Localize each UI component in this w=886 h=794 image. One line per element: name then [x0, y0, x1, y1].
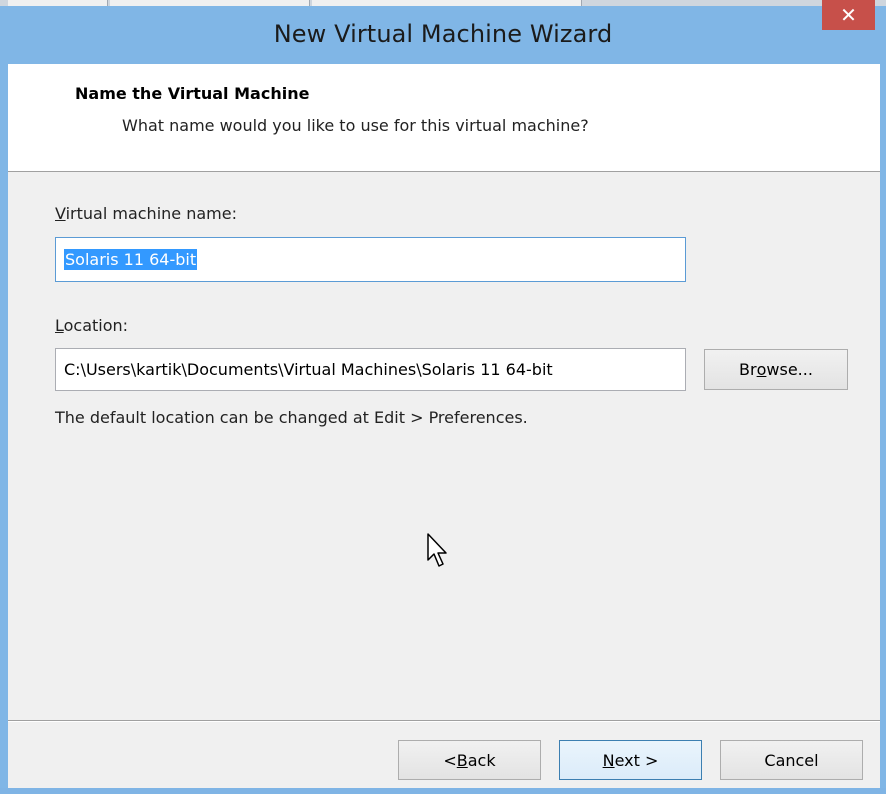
page-subtitle: What name would you like to use for this…	[122, 116, 589, 135]
cancel-button[interactable]: Cancel	[720, 740, 863, 780]
location-label: Location:	[55, 316, 129, 335]
close-button[interactable]: ✕	[822, 0, 875, 30]
vm-name-label: Virtual machine name:	[55, 204, 237, 223]
wizard-header: Name the Virtual Machine What name would…	[8, 64, 880, 172]
location-input[interactable]: C:\Users\kartik\Documents\Virtual Machin…	[55, 348, 686, 391]
mouse-pointer-icon	[427, 533, 447, 567]
back-button[interactable]: < Back	[398, 740, 541, 780]
vm-name-value: Solaris 11 64-bit	[64, 249, 198, 270]
location-value: C:\Users\kartik\Documents\Virtual Machin…	[64, 360, 553, 379]
page-title: Name the Virtual Machine	[75, 84, 310, 103]
next-button[interactable]: Next >	[559, 740, 702, 780]
browse-button[interactable]: Br o wse...	[704, 349, 848, 390]
close-icon: ✕	[840, 3, 857, 27]
window-frame-bottom	[0, 788, 886, 794]
wizard-body: Name the Virtual Machine What name would…	[8, 64, 880, 788]
footer-separator	[8, 720, 880, 722]
title-bar[interactable]: New Virtual Machine Wizard	[0, 6, 886, 64]
location-hint: The default location can be changed at E…	[55, 408, 528, 427]
window-title: New Virtual Machine Wizard	[273, 20, 613, 48]
vm-name-input[interactable]: Solaris 11 64-bit	[55, 237, 686, 282]
